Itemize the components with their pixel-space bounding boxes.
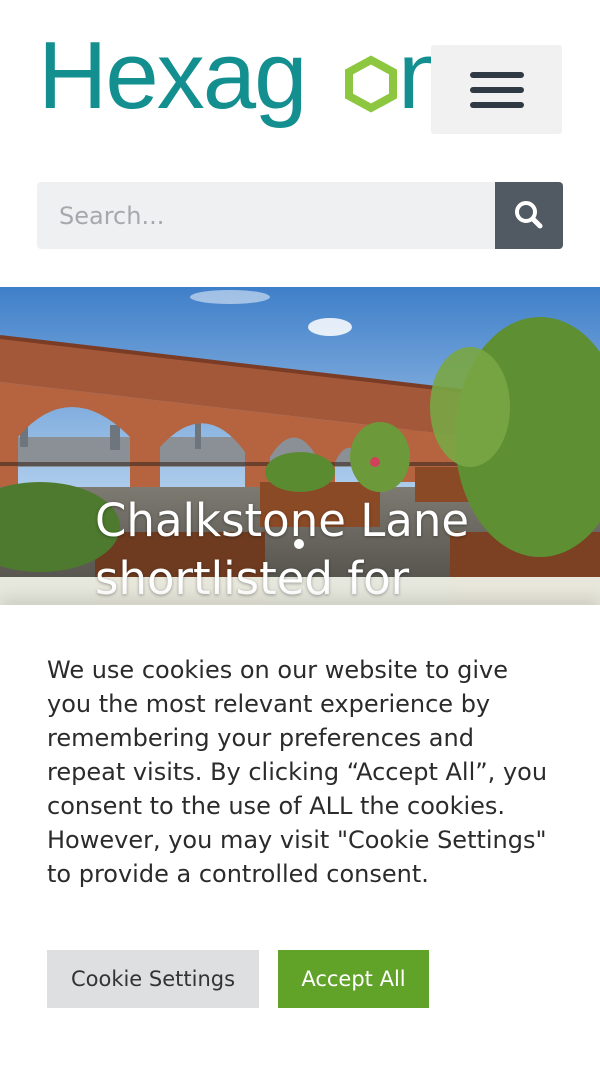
search-form [37,182,563,249]
accept-all-button[interactable]: Accept All [278,950,429,1008]
carousel-dot[interactable] [294,539,304,549]
hero-title[interactable]: Chalkstone Lane shortlisted for [95,492,575,605]
cookie-consent-banner: We use cookies on our website to give yo… [0,605,600,1065]
cookie-settings-button[interactable]: Cookie Settings [47,950,259,1008]
search-icon [515,201,543,229]
menu-toggle-button[interactable] [431,45,562,134]
search-input[interactable] [37,182,495,249]
cookie-message: We use cookies on our website to give yo… [47,656,548,888]
logo-text: Hexag [38,30,306,129]
logo-hexagon-icon [345,55,397,113]
search-button[interactable] [495,182,563,249]
hero-banner[interactable]: Chalkstone Lane shortlisted for [0,287,600,605]
hexagon-logo[interactable]: Hexag n [36,30,436,145]
site-header: Hexag n [0,0,600,160]
